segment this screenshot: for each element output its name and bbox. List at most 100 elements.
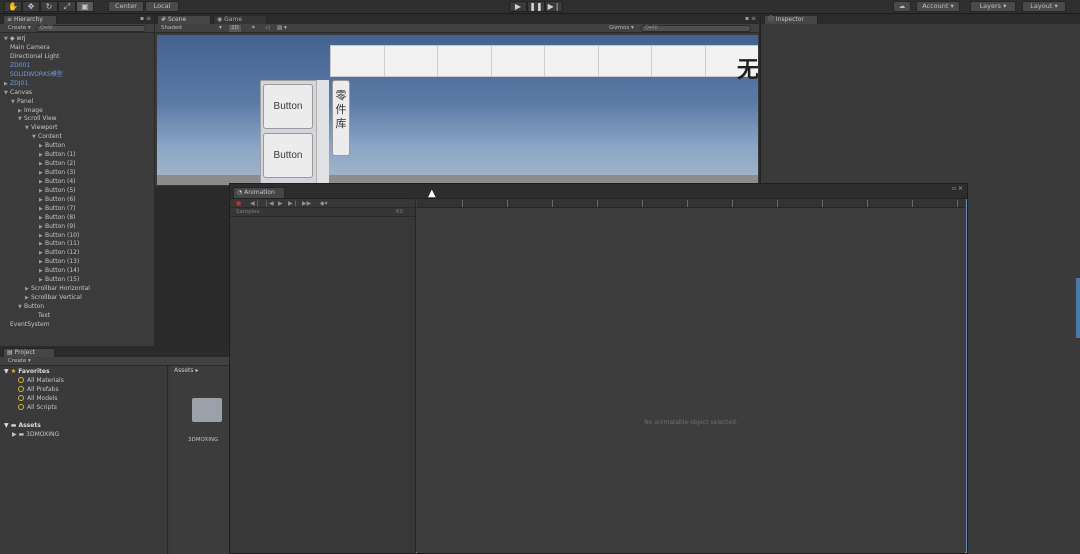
next-key-icon[interactable]: ▶❘	[288, 200, 298, 207]
project-tabbar: ▤ Project	[0, 347, 229, 357]
tab-project[interactable]: ▤ Project	[3, 348, 55, 357]
last-key-icon[interactable]: ▶▶	[302, 200, 311, 207]
scale-icon[interactable]: ⤢	[58, 1, 76, 12]
shading-arrow[interactable]: ▾	[219, 25, 222, 32]
hierarchy-item[interactable]: ▶ Button (8)	[39, 213, 76, 222]
layout-label: Layout	[1030, 2, 1053, 10]
tab-hierarchy[interactable]: ≡ Hierarchy	[3, 15, 57, 24]
hierarchy-item[interactable]: ▼ Button	[18, 302, 44, 311]
folder-icon[interactable]	[192, 398, 222, 422]
hierarchy-item[interactable]: ▼ Content	[32, 132, 62, 141]
hierarchy-item[interactable]: ▶ Button (2)	[39, 159, 76, 168]
hierarchy-item[interactable]: ▶ Button (14)	[39, 266, 79, 275]
hierarchy-item[interactable]: ▶ Button (6)	[39, 195, 76, 204]
hierarchy-item[interactable]: ▼ Scroll View	[18, 114, 57, 123]
hierarchy-search-input[interactable]: Q▾All	[36, 25, 146, 32]
favorites-row[interactable]: ▼ ★ Favorites	[4, 367, 50, 376]
hierarchy-item[interactable]: Directional Light	[4, 52, 59, 61]
play-icon: ▶	[514, 2, 522, 11]
hierarchy-item[interactable]: ▶ Scrollbar Horizontal	[25, 284, 90, 293]
hierarchy-item[interactable]: ▶ Button (12)	[39, 248, 79, 257]
hierarchy-item[interactable]: ▶ Button (4)	[39, 177, 76, 186]
favorite-item[interactable]: All Prefabs	[18, 385, 59, 394]
scene-search-input[interactable]: Q▾All	[641, 25, 751, 32]
strip-cell	[599, 46, 652, 76]
tab-scene[interactable]: # Scene	[157, 15, 211, 24]
panel-menu-icon[interactable]: ▪ ≡	[140, 15, 151, 22]
space-toggle[interactable]: Local	[145, 1, 179, 12]
move-icon[interactable]: ✥	[22, 1, 40, 12]
hierarchy-item[interactable]: ▼ Panel	[11, 97, 33, 106]
hierarchy-item[interactable]: ▶ Button (7)	[39, 204, 76, 213]
pause-button[interactable]: ❚❚	[527, 1, 545, 12]
lighting-icon[interactable]: ✶	[251, 25, 256, 32]
hierarchy-item[interactable]: ▼ Viewport	[25, 123, 58, 132]
layout-dropdown[interactable]: Layout ▾	[1022, 1, 1066, 12]
animation-dopesheet[interactable]: No animatable object selected.	[417, 209, 965, 553]
hierarchy-item[interactable]: SOLIDWORKS模型	[4, 70, 63, 79]
rect-icon[interactable]: ▣	[76, 1, 94, 12]
hierarchy-item[interactable]: ▶ Button (10)	[39, 231, 79, 240]
first-key-icon[interactable]: ◀❘	[250, 200, 260, 207]
assets-child-row[interactable]: ▶ ▬ 3DMOXING	[12, 430, 59, 439]
hierarchy-item[interactable]: ▶ Button (3)	[39, 168, 76, 177]
add-key-icon[interactable]: ◆▾	[320, 200, 328, 207]
hierarchy-item[interactable]: ▶ Button (1)	[39, 150, 76, 159]
project-tree: ▼ ★ Favorites All Materials All Prefabs …	[0, 366, 168, 554]
prev-key-icon[interactable]: ❘◀	[264, 200, 274, 207]
effects-icon[interactable]: ▨ ▾	[277, 25, 287, 32]
hierarchy-item[interactable]: Text	[32, 311, 50, 320]
hierarchy-item[interactable]: ▶ Button (5)	[39, 186, 76, 195]
ruler-tick	[957, 200, 958, 207]
hierarchy-item[interactable]: ▶ Button	[39, 141, 65, 150]
tab-game[interactable]: ◉ Game	[213, 15, 267, 24]
tab-inspector[interactable]: ⓘ Inspector	[764, 15, 818, 24]
layers-dropdown[interactable]: Layers ▾	[970, 1, 1016, 12]
hierarchy-item[interactable]: ▶ Button (11)	[39, 239, 79, 248]
scene-viewport[interactable]: Button Button 无 零件库	[157, 35, 758, 185]
hierarchy-item[interactable]: ▶ Button (9)	[39, 222, 76, 231]
hierarchy-create-button[interactable]: Create ▾	[8, 25, 31, 32]
play-button[interactable]: ▶	[509, 1, 527, 12]
shading-dropdown[interactable]: Shaded	[161, 25, 182, 32]
favorite-item[interactable]: All Materials	[18, 376, 64, 385]
audio-icon[interactable]: ◁	[265, 25, 269, 32]
mode-2d-toggle[interactable]: 2D	[229, 25, 241, 32]
collab-cloud-button[interactable]: ☁	[893, 1, 911, 12]
favorite-item[interactable]: All Scripts	[18, 403, 57, 412]
project-create-button[interactable]: Create ▾	[8, 358, 31, 365]
panel-menu-icon[interactable]: ▪ ≡	[745, 15, 756, 22]
hierarchy-item[interactable]: EventSystem	[4, 320, 50, 329]
account-dropdown[interactable]: Account ▾	[916, 1, 960, 12]
ruler-tick	[822, 200, 823, 207]
hierarchy-item[interactable]: Main Camera	[4, 43, 50, 52]
hierarchy-item[interactable]: ▶ Button (13)	[39, 257, 79, 266]
play-anim-icon[interactable]: ▶	[278, 200, 283, 207]
window-controls-icon[interactable]: ▫ ✕	[952, 185, 963, 192]
tab-animation[interactable]: ◔ Animation	[233, 187, 285, 198]
scene-root-row[interactable]: ▼ ◈ wrj	[4, 34, 26, 43]
project-assets-view: Assets ▸ 3DMOXING	[170, 366, 229, 554]
assets-tree-row[interactable]: ▼ ▬ Assets	[4, 421, 41, 430]
rotate-icon[interactable]: ↻	[40, 1, 58, 12]
hierarchy-item[interactable]: ▶ Scrollbar Vertical	[25, 293, 82, 302]
assets-breadcrumb[interactable]: Assets ▸	[174, 367, 198, 374]
timeline-ruler[interactable]	[417, 199, 965, 208]
project-tab-label: Project	[14, 349, 36, 356]
mouse-cursor-icon: ▲	[428, 188, 436, 199]
hierarchy-item[interactable]: ▶ ZDJ01	[4, 79, 28, 88]
strip-cell	[652, 46, 706, 76]
hierarchy-item[interactable]: ▼ Canvas	[4, 88, 32, 97]
record-icon[interactable]: ●	[236, 200, 241, 207]
samples-value[interactable]: 60	[396, 209, 403, 215]
hand-icon[interactable]: ✋	[4, 1, 22, 12]
hierarchy-item[interactable]: ▶ Button (15)	[39, 275, 79, 284]
animation-tabbar: ◔ Animation ▫ ✕	[230, 184, 967, 199]
hierarchy-item[interactable]: ZD001	[4, 61, 30, 70]
pivot-toggle[interactable]: Center	[108, 1, 144, 12]
hierarchy-item[interactable]: ▶ Image	[18, 106, 43, 115]
favorite-item[interactable]: All Models	[18, 394, 58, 403]
step-button[interactable]: ▶❘	[545, 1, 563, 12]
gizmos-dropdown[interactable]: Gizmos ▾	[609, 25, 634, 32]
hierarchy-item-label: Scroll View	[24, 115, 57, 123]
